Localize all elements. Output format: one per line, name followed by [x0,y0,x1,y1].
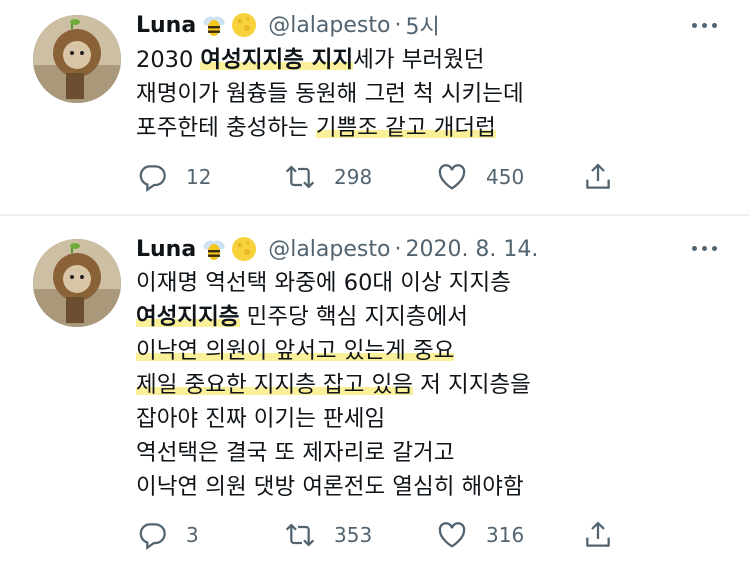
retweet-icon [285,165,315,189]
reply-count: 3 [186,523,199,547]
tweet-text-line: 여성지지층 민주당 핵심 지지층에서 [136,300,531,334]
timeline: Luna @lalapesto · 5시 2030 여성지지층 지지세가 부러웠… [0,0,750,565]
bee-emoji [201,12,227,38]
highlighted-text: 여성지지층 [136,304,240,330]
bee-emoji [201,236,227,262]
share-button[interactable] [582,515,614,555]
text-segment: 세가 부러웠던 [353,47,485,73]
reply-count: 12 [186,165,212,189]
tweet-text-line: 이낙연 의원이 앞서고 있는게 중요 [136,334,531,368]
text-segment: 저 지지층을 [413,372,531,398]
share-button[interactable] [582,157,614,197]
reply-icon [139,523,166,550]
retweet-icon [285,523,315,547]
separator-dot: · [394,12,402,38]
like-icon [438,522,466,548]
action-bar: 3 353 316 [136,515,616,555]
tweet-header: Luna @lalapesto · 5시 [136,9,440,41]
reply-icon [139,165,166,192]
tweet-text-line: 제일 중요한 지지층 잡고 있음 저 지지층을 [136,368,531,402]
highlighted-text: 제일 중요한 지지층 잡고 있음 [136,372,414,398]
tweet-text-line: 역선택은 결국 또 제자리로 갈거고 [136,436,531,470]
full-moon-emoji [230,11,258,39]
highlighted-text: 여성지지층 지지 [200,47,354,73]
separator-dot: · [394,236,402,262]
like-button[interactable]: 450 [436,157,524,197]
like-count: 450 [486,165,525,189]
full-moon-emoji [230,235,258,263]
share-icon [586,163,610,189]
handle[interactable]: @lalapesto [268,13,390,38]
tweet-text-line: 2030 여성지지층 지지세가 부러웠던 [136,43,524,77]
tweet-text-line: 이낙연 의원 댓방 여론전도 열심히 해야함 [136,470,531,504]
tweet-text-line: 이재명 역선택 와중에 60대 이상 지지층 [136,266,531,300]
retweet-count: 298 [334,165,373,189]
tweet-text-line: 재명이가 웜츙들 동원해 그런 척 시키는데 [136,77,524,111]
like-count: 316 [486,523,525,547]
display-name[interactable]: Luna [136,237,196,262]
tweet-text: 이재명 역선택 와중에 60대 이상 지지층여성지지층 민주당 핵심 지지층에서… [136,266,531,504]
text-segment: 민주당 핵심 지지층에서 [239,304,468,330]
text-segment: 잡아야 진짜 이기는 판세임 [136,406,386,432]
text-segment: 재명이가 웜츙들 동원해 그런 척 시키는데 [136,81,524,107]
tweet[interactable]: Luna @lalapesto · 2020. 8. 14. 이재명 역선택 와… [0,216,750,565]
tweet-text-line: 포주한테 충성하는 기쁨조 같고 개더럽 [136,111,524,145]
display-name[interactable]: Luna [136,13,196,38]
timestamp[interactable]: 5시 [405,9,439,41]
text-segment: 역선택은 결국 또 제자리로 갈거고 [136,440,455,466]
avatar[interactable] [33,239,121,327]
share-icon [586,521,610,547]
more-icon[interactable] [684,238,724,258]
tweet-text: 2030 여성지지층 지지세가 부러웠던재명이가 웜츙들 동원해 그런 척 시키… [136,43,524,145]
highlighted-text: 기쁨조 같고 개더럽 [315,115,496,141]
text-segment: 2030 [136,47,201,73]
reply-button[interactable]: 3 [136,515,199,555]
reply-button[interactable]: 12 [136,157,211,197]
tweet[interactable]: Luna @lalapesto · 5시 2030 여성지지층 지지세가 부러웠… [0,0,750,215]
action-bar: 12 298 450 [136,157,616,197]
retweet-button[interactable]: 353 [284,515,372,555]
tweet-text-line: 잡아야 진짜 이기는 판세임 [136,402,531,436]
avatar[interactable] [33,15,121,103]
timestamp[interactable]: 2020. 8. 14. [405,237,538,262]
more-icon[interactable] [684,15,724,35]
retweet-count: 353 [334,523,373,547]
text-segment: 포주한테 충성하는 [136,115,316,141]
handle[interactable]: @lalapesto [268,237,390,262]
tweet-header: Luna @lalapesto · 2020. 8. 14. [136,234,538,264]
text-segment: 이재명 역선택 와중에 60대 이상 지지층 [136,270,511,296]
highlighted-text: 이낙연 의원이 앞서고 있는게 중요 [136,338,455,364]
like-icon [438,164,466,190]
like-button[interactable]: 316 [436,515,524,555]
retweet-button[interactable]: 298 [284,157,372,197]
text-segment: 이낙연 의원 댓방 여론전도 열심히 해야함 [136,474,524,500]
